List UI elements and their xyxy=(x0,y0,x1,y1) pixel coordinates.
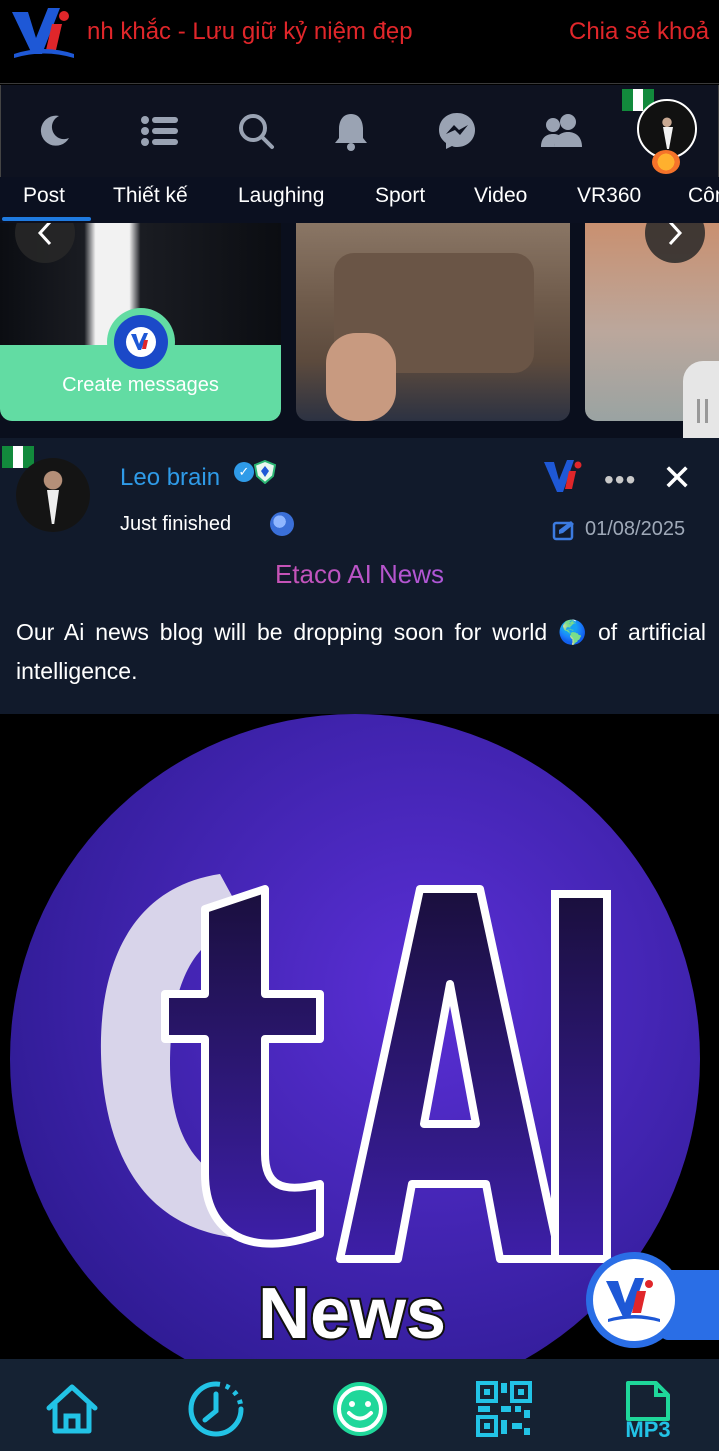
list-icon[interactable] xyxy=(138,109,182,153)
top-banner: nh khắc - Lưu giữ kỷ niệm đẹp Chia sẻ kh… xyxy=(0,0,719,84)
more-options-icon[interactable]: ••• xyxy=(604,464,636,496)
marquee-text: nh khắc - Lưu giữ kỷ niệm đẹp xyxy=(87,18,413,45)
tab-con[interactable]: Côn xyxy=(688,184,719,208)
history-icon[interactable] xyxy=(186,1379,246,1439)
floating-chat-button[interactable] xyxy=(586,1252,682,1348)
marquee-text-next: Chia sẻ khoả xyxy=(569,18,710,45)
friends-icon[interactable] xyxy=(540,109,584,153)
story-photo-detail xyxy=(326,333,396,421)
logo-word-news: News xyxy=(258,1274,446,1354)
post-title: Etaco AI News xyxy=(0,559,719,590)
qr-code-icon[interactable] xyxy=(474,1379,534,1439)
tab-vr360[interactable]: VR360 xyxy=(577,184,641,208)
verified-badge-icon: ✓ xyxy=(234,462,254,482)
site-logo-small xyxy=(544,460,582,492)
globe-icon xyxy=(270,512,294,536)
tab-post[interactable]: Post xyxy=(23,184,65,208)
mp3-label: MP3 xyxy=(625,1417,670,1439)
stories-strip: Create messages xyxy=(0,223,719,438)
side-drawer-handle[interactable] xyxy=(683,361,719,438)
nigeria-flag-icon xyxy=(2,446,35,468)
tab-video[interactable]: Video xyxy=(474,184,527,208)
create-messages-label: Create messages xyxy=(62,374,219,396)
post-card: Leo brain ✓ Just finished ••• ✕ 01/08/20… xyxy=(0,438,719,714)
category-tabs: Post Thiết kế Laughing Sport Video VR360… xyxy=(0,177,719,223)
chevron-left-icon xyxy=(37,223,52,246)
search-icon[interactable] xyxy=(234,109,278,153)
mp3-icon[interactable]: MP3 xyxy=(618,1379,678,1439)
post-status: Just finished xyxy=(120,513,232,535)
close-icon[interactable]: ✕ xyxy=(662,460,692,496)
tab-laughing[interactable]: Laughing xyxy=(238,184,324,208)
post-author-name[interactable]: Leo brain xyxy=(120,464,220,492)
smile-icon[interactable] xyxy=(330,1379,390,1439)
tab-sport[interactable]: Sport xyxy=(375,184,425,208)
birthday-cake-icon xyxy=(652,150,680,174)
site-logo[interactable] xyxy=(8,4,80,62)
site-logo-icon xyxy=(606,1278,660,1322)
icon-toolbar xyxy=(0,85,719,177)
story-item[interactable] xyxy=(296,223,570,421)
active-tab-indicator xyxy=(2,217,91,221)
post-date: 01/08/2025 xyxy=(585,518,686,540)
chevron-right-icon xyxy=(668,223,683,246)
calendar-edit-icon xyxy=(552,521,574,541)
create-message-avatar xyxy=(107,308,175,376)
home-icon[interactable] xyxy=(42,1379,102,1439)
bell-icon[interactable] xyxy=(329,109,373,153)
tab-thiet-ke[interactable]: Thiết kế xyxy=(113,184,188,208)
bottom-nav: MP3 xyxy=(0,1359,719,1451)
messenger-icon[interactable] xyxy=(435,109,479,153)
post-author-avatar[interactable] xyxy=(16,458,90,532)
moon-icon[interactable] xyxy=(32,109,76,153)
post-body: Our Ai news blog will be dropping soon f… xyxy=(16,619,706,684)
shield-badge-icon xyxy=(254,460,276,484)
